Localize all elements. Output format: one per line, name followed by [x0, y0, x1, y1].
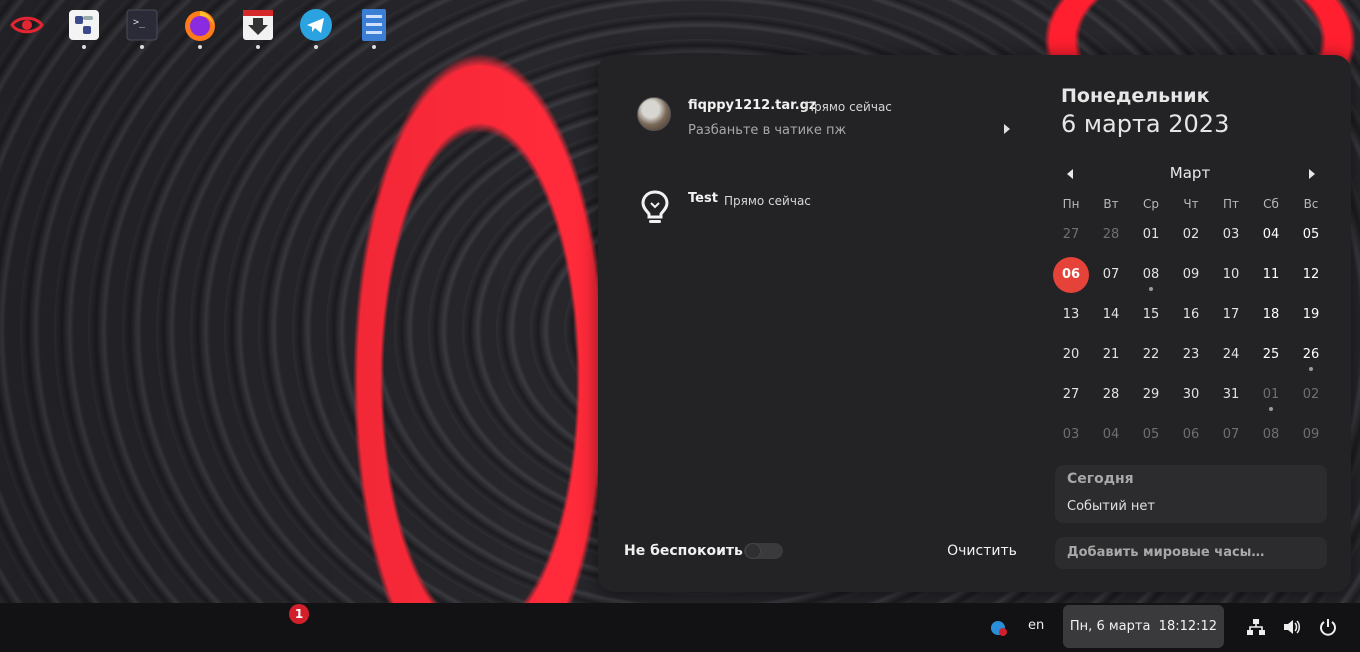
calendar-day[interactable]: 01 [1133, 217, 1169, 253]
notification-body: Разбаньте в чатике пж [688, 123, 847, 138]
weekday-header: Вт [1103, 197, 1119, 211]
terminal-app-icon[interactable]: >_ [125, 8, 159, 49]
calendar-day[interactable]: 11 [1253, 257, 1289, 293]
calendar-day[interactable]: 02 [1173, 217, 1209, 253]
calendar-day[interactable]: 07 [1213, 417, 1249, 453]
calendar-day[interactable]: 05 [1293, 217, 1329, 253]
running-indicator [372, 45, 376, 49]
activities-eye-icon[interactable] [10, 8, 44, 42]
weekday-header: Пт [1222, 197, 1239, 211]
notification-calendar-panel: fiqppy1212.tar.gz Прямо сейчас Разбаньте… [598, 55, 1351, 592]
calendar-day[interactable]: 08 [1253, 417, 1289, 453]
calendar-day[interactable]: 10 [1213, 257, 1249, 293]
event-indicator-dot [1309, 367, 1313, 371]
calendar-day[interactable]: 24 [1213, 337, 1249, 373]
calendar-day[interactable]: 15 [1133, 297, 1169, 333]
today-events-card[interactable]: Сегодня Событий нет [1055, 465, 1327, 523]
calendar-day[interactable]: 20 [1053, 337, 1089, 373]
running-indicator [140, 45, 144, 49]
calendar-day[interactable]: 09 [1293, 417, 1329, 453]
sender-avatar [637, 97, 671, 131]
calendar-day[interactable]: 27 [1053, 377, 1089, 413]
notification-time: Прямо сейчас [724, 194, 811, 208]
do-not-disturb-toggle[interactable] [744, 543, 783, 559]
calendar-day[interactable]: 22 [1133, 337, 1169, 373]
expand-notification-icon[interactable] [1004, 124, 1010, 134]
calendar-day[interactable]: 14 [1093, 297, 1129, 333]
current-date: 6 марта 2023 [1061, 110, 1230, 138]
calendar-day[interactable]: 02 [1293, 377, 1329, 413]
calendar-day[interactable]: 25 [1253, 337, 1289, 373]
running-indicator [198, 45, 202, 49]
running-indicator [256, 45, 260, 49]
event-indicator-dot [1269, 407, 1273, 411]
weekday-header: Чт [1183, 197, 1199, 211]
calendar-day[interactable]: 18 [1253, 297, 1289, 333]
events-empty-text: Событий нет [1067, 499, 1155, 514]
lightbulb-icon [641, 190, 669, 223]
calendar-day[interactable]: 13 [1053, 297, 1089, 333]
file-manager-app-icon[interactable] [357, 8, 391, 49]
add-world-clocks-button[interactable]: Добавить мировые часы… [1055, 537, 1327, 569]
settings-app-icon[interactable] [67, 8, 101, 49]
notification-title: Test [688, 191, 718, 206]
calendar-day[interactable]: 06 [1173, 417, 1209, 453]
calendar-day[interactable]: 05 [1133, 417, 1169, 453]
calendar-day[interactable]: 23 [1173, 337, 1209, 373]
date-time-button[interactable]: Пн, 6 марта 18:12:12 [1063, 605, 1224, 648]
calendar-day[interactable]: 27 [1053, 217, 1089, 253]
weekday-header: Сб [1263, 197, 1279, 211]
calendar-day[interactable]: 03 [1053, 417, 1089, 453]
do-not-disturb-label: Не беспокоить [624, 543, 743, 559]
volume-icon[interactable] [1282, 617, 1302, 637]
weekday-header: Вс [1303, 197, 1319, 211]
notification-time: Прямо сейчас [805, 100, 892, 114]
events-title: Сегодня [1067, 471, 1134, 487]
calendar-day[interactable]: 12 [1293, 257, 1329, 293]
event-indicator-dot [1149, 287, 1153, 291]
power-icon[interactable] [1318, 617, 1338, 637]
calendar-day[interactable]: 07 [1093, 257, 1129, 293]
calendar-day[interactable]: 19 [1293, 297, 1329, 333]
telegram-tray-icon[interactable] [990, 619, 1008, 637]
month-label: Март [1169, 164, 1211, 182]
calendar-day[interactable]: 28 [1093, 217, 1129, 253]
clear-notifications-button[interactable]: Очистить [936, 535, 1028, 567]
running-indicator [314, 45, 318, 49]
weekday-header: Ср [1143, 197, 1159, 211]
current-weekday: Понедельник [1061, 85, 1210, 107]
weekday-header: Пн [1062, 197, 1080, 211]
calendar-day[interactable]: 28 [1093, 377, 1129, 413]
firefox-app-icon[interactable] [183, 8, 217, 49]
calendar-day[interactable]: 04 [1093, 417, 1129, 453]
telegram-unread-badge: 1 [289, 604, 309, 624]
calendar-day[interactable]: 04 [1253, 217, 1289, 253]
calendar-day[interactable]: 29 [1133, 377, 1169, 413]
notification-title: fiqppy1212.tar.gz [688, 98, 817, 113]
world-clocks-label: Добавить мировые часы… [1067, 545, 1265, 560]
calendar-day[interactable]: 03 [1213, 217, 1249, 253]
svg-text:>_: >_ [133, 17, 146, 28]
telegram-app-icon[interactable] [299, 8, 333, 49]
downloader-app-icon[interactable] [241, 8, 275, 49]
previous-month-icon[interactable] [1059, 162, 1081, 186]
calendar-day[interactable]: 09 [1173, 257, 1209, 293]
calendar-day[interactable]: 16 [1173, 297, 1209, 333]
calendar-day-today[interactable]: 06 [1053, 257, 1089, 293]
calendar-day[interactable]: 17 [1213, 297, 1249, 333]
toggle-knob [745, 543, 761, 559]
keyboard-layout-indicator[interactable]: en [1028, 618, 1044, 633]
next-month-icon[interactable] [1300, 162, 1322, 186]
calendar-day[interactable]: 30 [1173, 377, 1209, 413]
calendar-day[interactable]: 31 [1213, 377, 1249, 413]
network-icon[interactable] [1246, 617, 1266, 637]
notification-test[interactable]: Test Прямо сейчас [618, 178, 1023, 254]
running-indicator [82, 45, 86, 49]
notification-archive[interactable]: fiqppy1212.tar.gz Прямо сейчас Разбаньте… [618, 85, 1023, 161]
calendar-day[interactable]: 21 [1093, 337, 1129, 373]
